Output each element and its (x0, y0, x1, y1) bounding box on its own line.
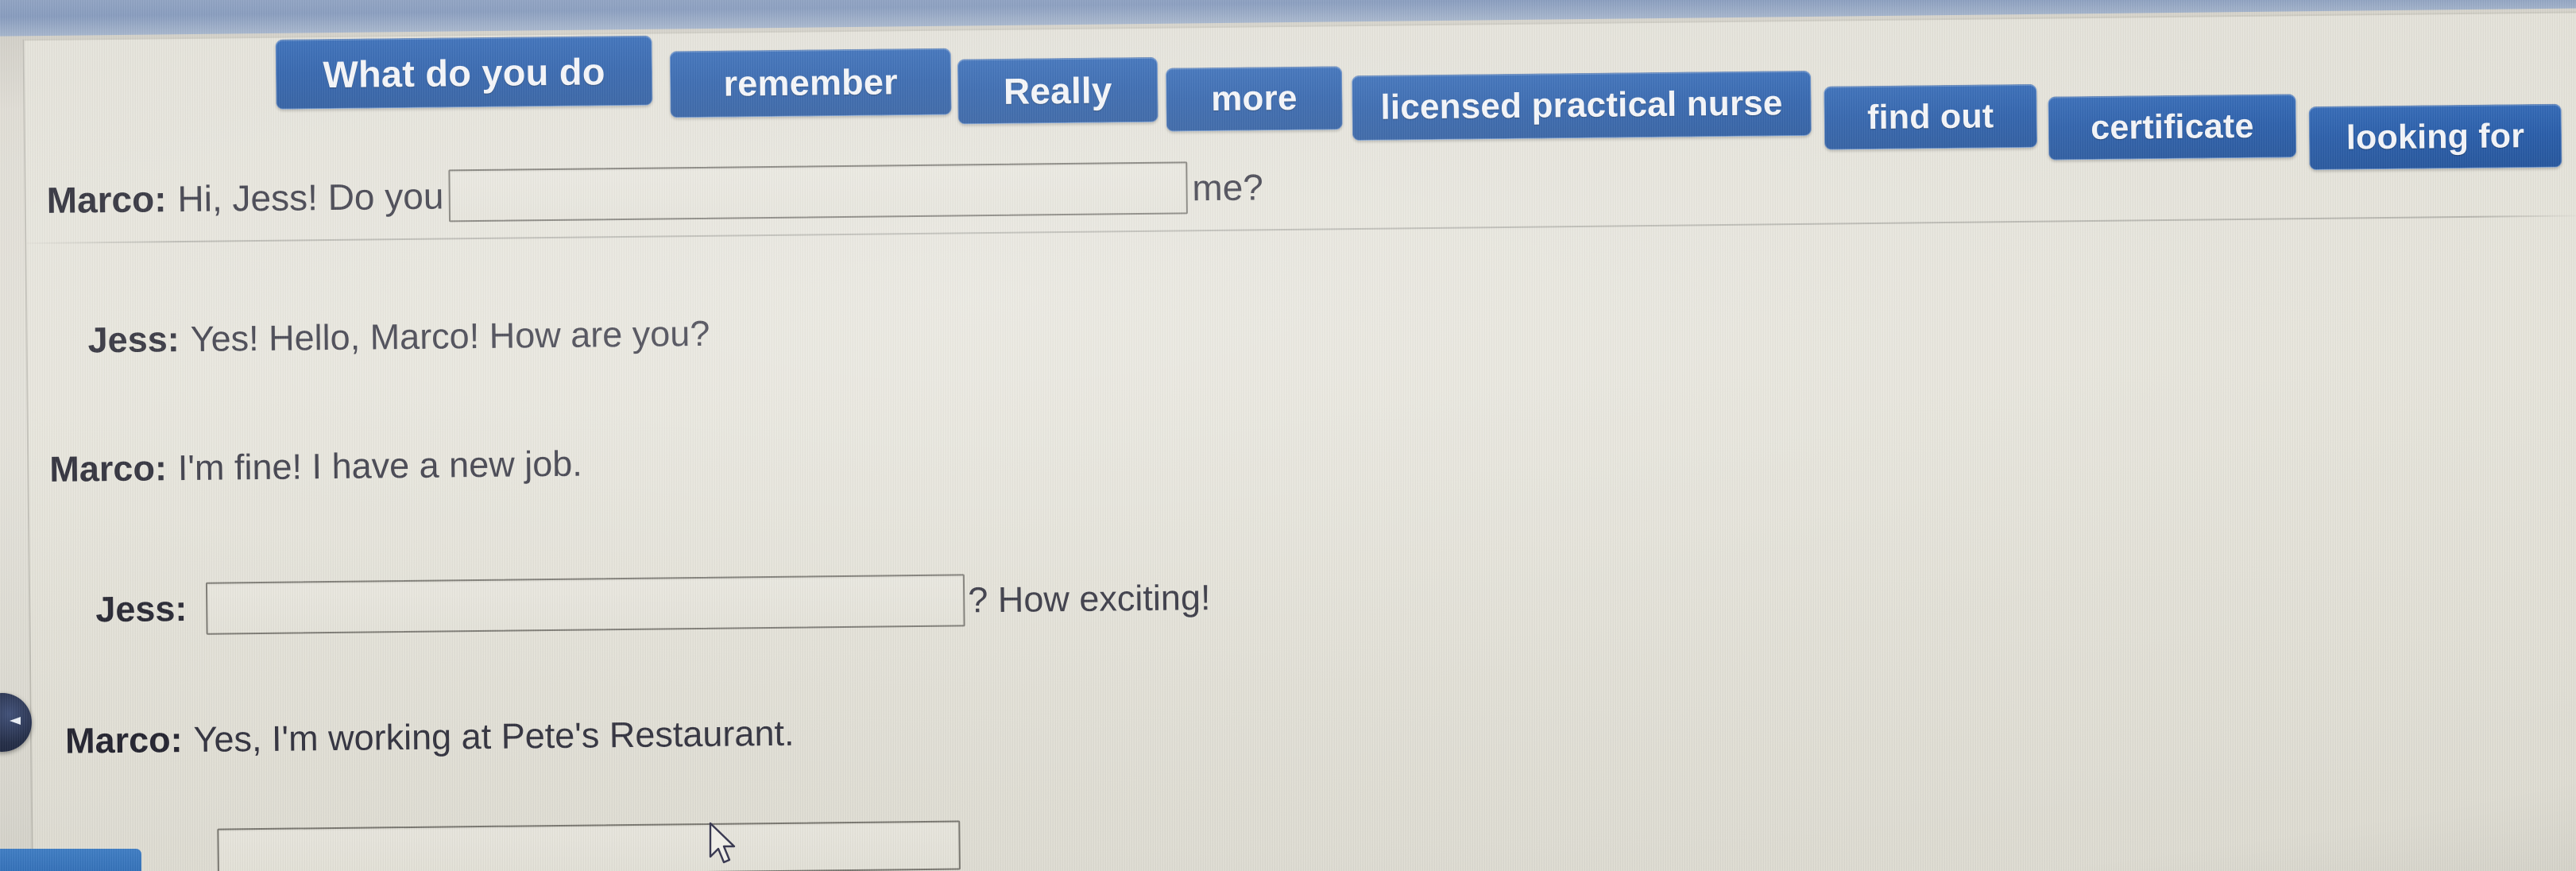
speaker-label: Jess: (87, 319, 180, 361)
speaker-label: Marco: (64, 719, 183, 761)
line-text-fragment: me? (1192, 166, 1264, 209)
answer-blank-2[interactable] (206, 574, 965, 635)
dialogue-line: Jess: ? How exciting! (95, 571, 1211, 636)
answer-blank-1[interactable] (448, 161, 1188, 223)
screen-photo: What do you do remember Really more lice… (0, 0, 2576, 871)
line-text-fragment: Yes, I'm working at Pete's Restaurant. (193, 712, 795, 760)
speaker-label: Marco: (46, 178, 167, 221)
page-plane: What do you do remember Really more lice… (0, 0, 2576, 871)
line-text-fragment: I'm fine! I have a new job. (177, 443, 583, 489)
dialogue-line: Marco: Hi, Jess! Do you me? (46, 161, 1263, 226)
trailing-blank-row (217, 820, 981, 871)
bottom-action-bar[interactable] (0, 849, 141, 871)
speaker-label: Marco: (49, 447, 168, 490)
answer-blank-3[interactable] (217, 820, 961, 871)
dialogue-body: Marco: Hi, Jess! Do you me? Jess: Yes! H… (0, 0, 2576, 871)
speaker-label: Jess: (95, 588, 188, 630)
line-text-fragment: ? How exciting! (968, 577, 1211, 621)
dialogue-line: Marco: Yes, I'm working at Pete's Restau… (65, 713, 795, 762)
line-text-fragment: Hi, Jess! Do you (177, 175, 444, 220)
line-text-fragment: Yes! Hello, Marco! How are you? (190, 312, 710, 359)
dialogue-line: Marco: I'm fine! I have a new job. (49, 443, 582, 490)
dialogue-line: Jess: Yes! Hello, Marco! How are you? (87, 313, 710, 361)
